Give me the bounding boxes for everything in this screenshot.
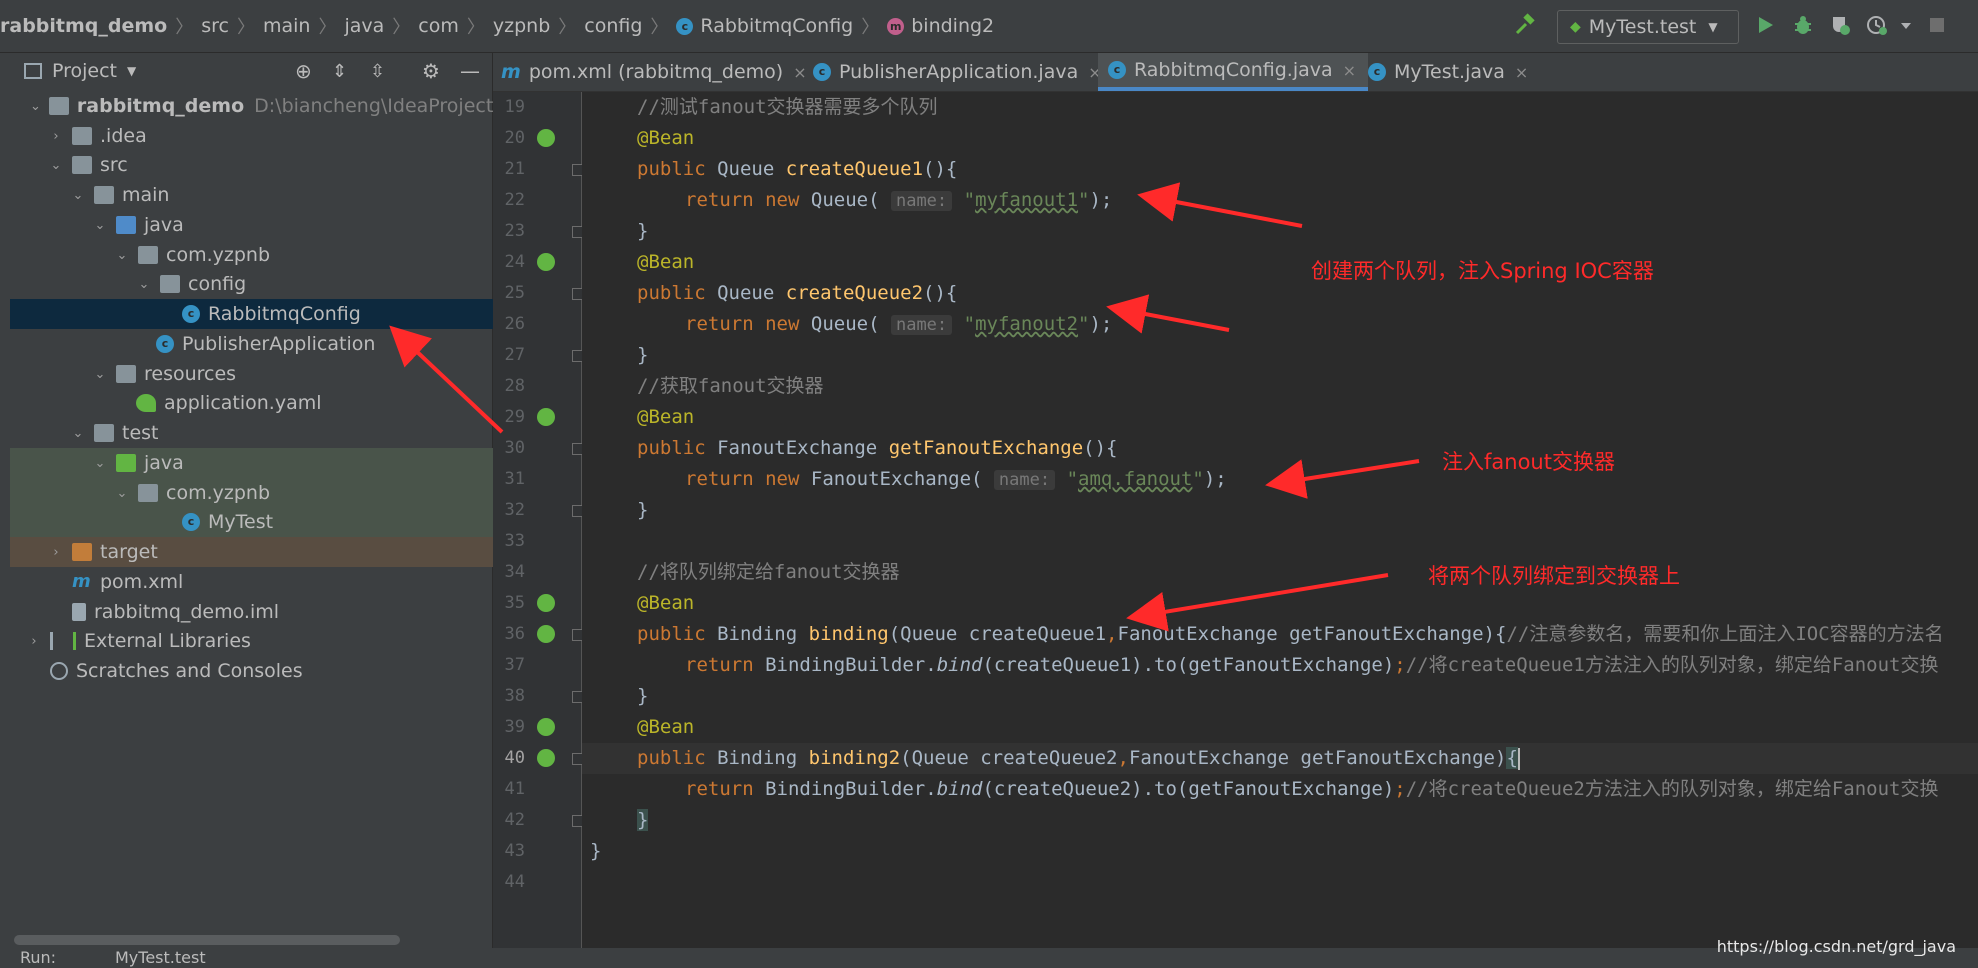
annotation-arrow xyxy=(389,325,504,434)
annotation-arrows xyxy=(389,182,1420,632)
annotation-arrow xyxy=(1106,294,1230,334)
horizontal-scrollbar[interactable] xyxy=(14,935,400,945)
annotation-fanout: 注入fanout交换器 xyxy=(1442,450,1615,474)
run-tool-bar: Run: MyTest.test xyxy=(0,948,1978,968)
run-label: Run: xyxy=(20,948,57,967)
annotation-arrow xyxy=(1126,573,1389,632)
run-target[interactable]: MyTest.test xyxy=(115,948,206,967)
annotation-arrow xyxy=(1265,459,1420,499)
annotation-arrow xyxy=(1137,182,1303,228)
watermark: https://blog.csdn.net/grd_java xyxy=(1716,937,1956,956)
annotation-binding: 将两个队列绑定到交换器上 xyxy=(1428,564,1680,588)
annotation-queues: 创建两个队列，注入Spring IOC容器 xyxy=(1311,259,1654,283)
